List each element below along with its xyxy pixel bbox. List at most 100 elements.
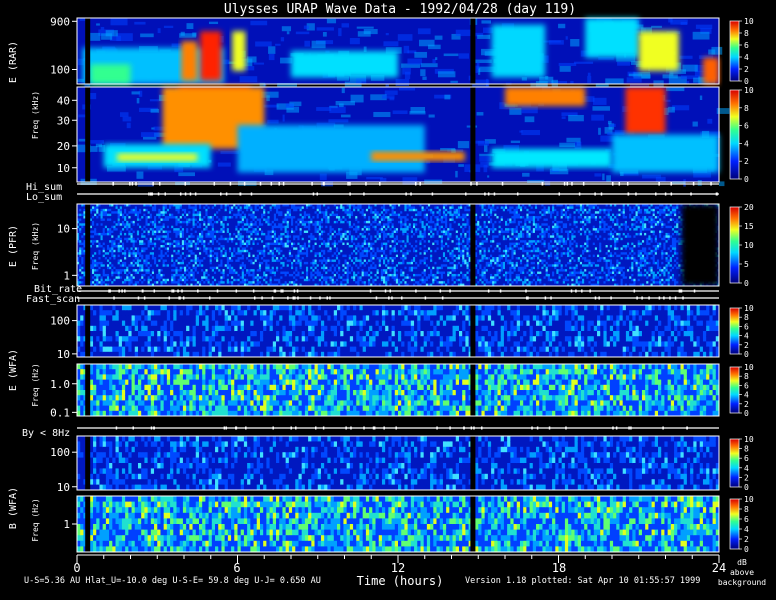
y-tick-label-wfa-e-upper: 10 — [57, 348, 70, 361]
colorbar-tick-label: 2 — [744, 65, 749, 74]
colorbar-tick-label: 10 — [744, 86, 754, 95]
colorbar-pfr: 20 15 10 5 0 — [729, 203, 754, 288]
x-tick-24: 24 — [712, 561, 726, 575]
y-tick-label-rar-upper: 100 — [50, 63, 70, 76]
data-gap — [85, 204, 91, 286]
spectrogram-texture-wfa-b-upper — [77, 436, 720, 491]
data-gap — [470, 18, 476, 84]
y-tick-label-rar-lower: 30 — [57, 114, 70, 127]
panel-wfa-b-upper: 100 101086420 — [50, 435, 754, 494]
colorbar-tick-label: 2 — [744, 473, 749, 482]
colorbar-tick-label: 6 — [744, 381, 749, 390]
colorbar-tick-label: 20 — [744, 203, 754, 212]
group-label-rar: E (RAR) — [8, 41, 19, 83]
colorbar-tick-label: 2 — [744, 157, 749, 166]
status-flag-row — [77, 289, 719, 293]
colorbar-scale — [729, 20, 740, 82]
colorbar-rar-upper: 10 8 6 4 2 0 — [729, 17, 754, 86]
colorbar-wfa-e-upper: 1086420 — [729, 304, 754, 359]
colorbar-tick-label: 6 — [744, 41, 749, 50]
y-tick-label-wfa-e-upper: 100 — [50, 315, 70, 328]
colorbar-tick-label: 8 — [744, 313, 749, 322]
colorbar-tick-label: 0 — [744, 409, 749, 418]
x-tick-labels: 0 6 12 18 24 — [73, 561, 726, 575]
x-axis — [76, 554, 720, 563]
colorbar-wfa-b-lower: 1086420 — [729, 495, 754, 554]
spectrogram-features-pfr — [681, 204, 719, 286]
data-gap — [470, 364, 476, 416]
freq-label-wfa-b: Freq (Hz) — [31, 498, 40, 541]
colorbar-tick-label: 6 — [744, 454, 749, 463]
data-gap — [470, 305, 476, 357]
freq-label-rar: Freq (kHz) — [31, 91, 40, 139]
colorbar-tick-label: 0 — [744, 350, 749, 359]
panel-rar-lower: 403020101086420 — [57, 86, 754, 187]
freq-label-pfr: Freq (kHz) — [31, 222, 40, 270]
colorbar-tick-label: 0 — [744, 279, 749, 288]
status-flag-row — [77, 296, 719, 300]
x-tick-18: 18 — [552, 561, 566, 575]
colorbar-scale — [729, 89, 740, 180]
urap-spectrogram-chart: Ulysses URAP Wave Data - 1992/04/28 (day… — [8, 2, 766, 588]
group-label-pfr: E (PFR) — [8, 225, 19, 267]
panel-wfa-b-lower: 1 1086420 — [63, 495, 753, 554]
colorbar-tick-label: 6 — [744, 322, 749, 331]
colorbar-tick-label: 10 — [744, 363, 754, 372]
y-tick-label-rar-upper: 900 — [50, 15, 70, 28]
group-label-wfa-e: E (WFA) — [8, 349, 19, 391]
data-gap — [85, 364, 91, 416]
colorbar-tick-label: 8 — [744, 29, 749, 38]
colorbar-tick-label: 6 — [744, 122, 749, 131]
spectrogram-texture-wfa-b-lower — [77, 496, 720, 553]
x-tick-0: 0 — [73, 561, 80, 575]
colorbar-unit-2: above — [730, 568, 754, 577]
colorbar-tick-label: 10 — [744, 17, 754, 26]
status-flag-row — [77, 426, 719, 430]
colorbar-tick-label: 8 — [744, 505, 749, 514]
flag-label-lo-sum: Lo_sum — [26, 192, 62, 203]
data-gap — [85, 305, 91, 357]
data-gap — [85, 436, 91, 490]
data-gap — [85, 496, 91, 552]
colorbar-scale — [729, 307, 740, 355]
colorbar-tick-label: 2 — [744, 400, 749, 409]
colorbar-scale — [729, 498, 740, 550]
colorbar-tick-label: 15 — [744, 222, 754, 231]
y-tick-label-wfa-b-lower: 1 — [63, 518, 70, 531]
colorbar-tick-label: 0 — [744, 77, 749, 86]
data-gap — [470, 436, 476, 490]
data-gap — [85, 18, 91, 84]
colorbar-unit-1: dB — [737, 558, 747, 567]
status-flag-row — [77, 182, 719, 186]
panel-pfr: 10 1 20 15 10 5 0 — [57, 203, 754, 288]
y-tick-label-rar-lower: 10 — [57, 162, 70, 175]
colorbar-tick-label: 0 — [744, 175, 749, 184]
footer-version-info: Version 1.18 plotted: Sat Apr 10 01:55:5… — [465, 576, 700, 586]
colorbar-tick-label: 10 — [744, 304, 754, 313]
colorbar-tick-label: 6 — [744, 515, 749, 524]
colorbar-tick-label: 8 — [744, 104, 749, 113]
y-tick-label-wfa-b-upper: 100 — [50, 446, 70, 459]
spectrogram-texture-pfr — [77, 204, 720, 287]
colorbar-tick-label: 4 — [744, 464, 749, 473]
colorbar-tick-label: 10 — [744, 435, 754, 444]
colorbar-rar-lower: 10 8 6 4 2 0 — [729, 86, 754, 184]
spectrogram-texture-wfa-e-upper — [77, 305, 720, 358]
colorbar-tick-label: 2 — [744, 341, 749, 350]
colorbar-tick-label: 10 — [744, 241, 754, 250]
colorbar-tick-label: 4 — [744, 53, 749, 62]
y-tick-label-pfr: 1 — [63, 269, 70, 282]
flag-label-fast-scan: Fast_scan — [26, 294, 80, 305]
colorbar-tick-label: 4 — [744, 139, 749, 148]
y-tick-label-wfa-e-lower: 1.0 — [50, 378, 70, 391]
panel-wfa-e-lower: 1.0 0.1 1086420 — [50, 363, 754, 419]
group-label-wfa-b: B (WFA) — [8, 487, 19, 529]
colorbar-wfa-b-upper: 1086420 — [729, 435, 754, 492]
colorbar-scale — [729, 366, 740, 414]
colorbar-tick-label: 10 — [744, 495, 754, 504]
data-gap — [470, 87, 476, 182]
colorbar-tick-label: 4 — [744, 525, 749, 534]
x-tick-6: 6 — [233, 561, 240, 575]
data-gap — [85, 87, 91, 182]
colorbar-scale — [729, 206, 740, 284]
